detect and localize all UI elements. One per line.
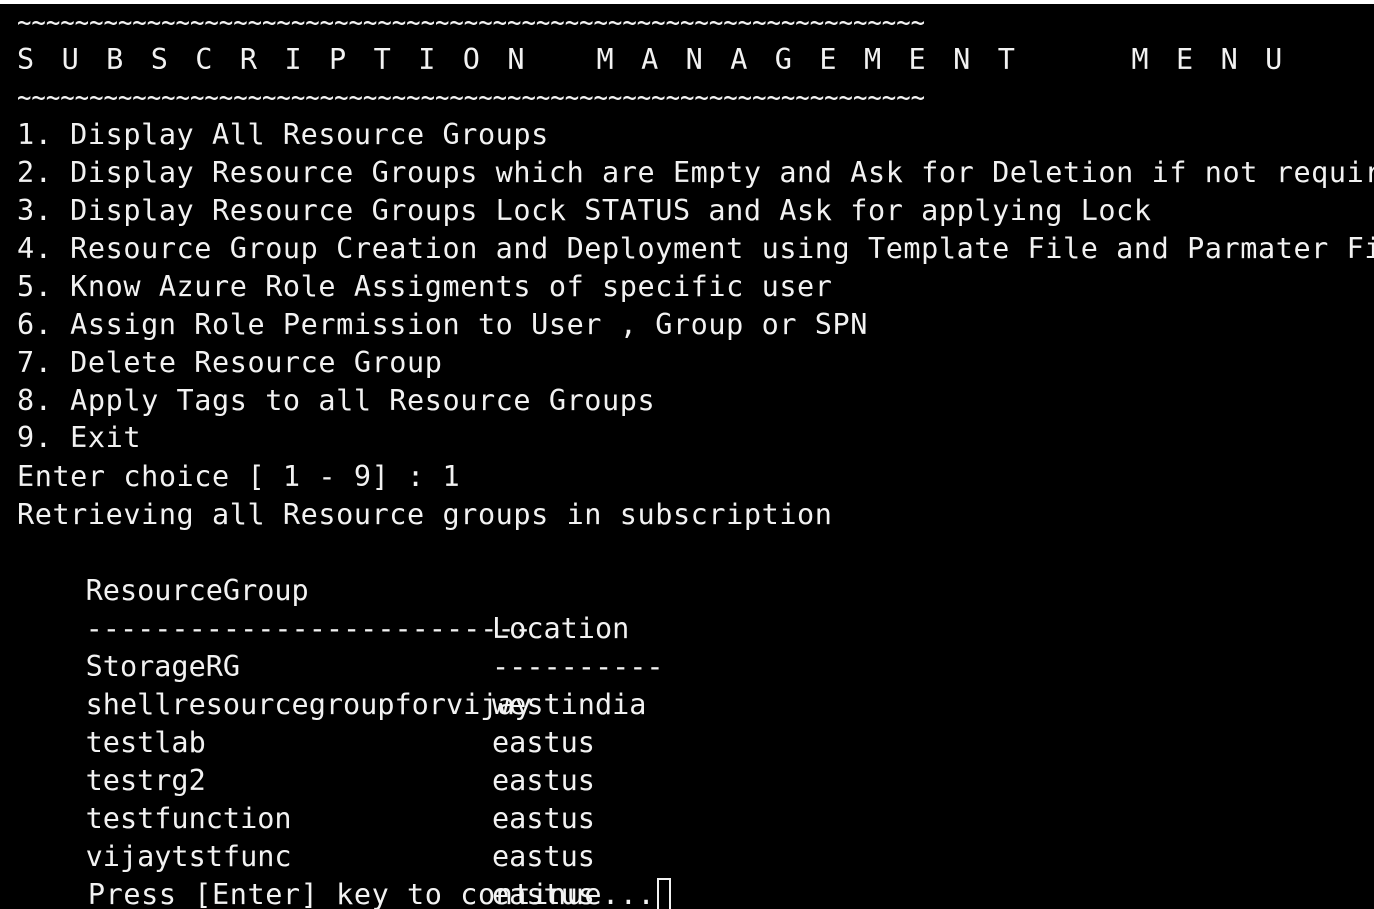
console-window[interactable]: ~~~~~~~~~~~~~~~~~~~~~~~~~~~~~~~~~~~~~~~~… bbox=[0, 4, 1374, 909]
menu-item-3: 3. Display Resource Groups Lock STATUS a… bbox=[17, 194, 1152, 227]
tilde-border-top: ~~~~~~~~~~~~~~~~~~~~~~~~~~~~~~~~~~~~~~~~… bbox=[17, 6, 926, 39]
retrieving-message: Retrieving all Resource groups in subscr… bbox=[17, 498, 833, 531]
table-header-row: ResourceGroup Location bbox=[17, 534, 1357, 645]
table-row: StorageRG westindia bbox=[17, 610, 1357, 721]
table-row: vijaytstfunc eastus bbox=[17, 800, 1357, 909]
menu-item-9: 9. Exit bbox=[17, 421, 142, 454]
table-row: testlab eastus bbox=[17, 686, 1357, 797]
choice-prompt: Enter choice [ 1 - 9] : 1 bbox=[17, 460, 461, 493]
table-row: testrg2 eastus bbox=[17, 724, 1357, 835]
tilde-border-bottom: ~~~~~~~~~~~~~~~~~~~~~~~~~~~~~~~~~~~~~~~~… bbox=[17, 81, 926, 114]
continue-prompt: Press [Enter] key to continue... bbox=[87, 878, 656, 909]
table-row: shellresourcegroupforvijay eastus bbox=[17, 648, 1357, 759]
menu-item-7: 7. Delete Resource Group bbox=[17, 346, 443, 379]
menu-item-4: 4. Resource Group Creation and Deploymen… bbox=[17, 232, 1374, 265]
menu-item-1: 1. Display All Resource Groups bbox=[17, 118, 549, 151]
text-cursor[interactable] bbox=[657, 877, 672, 909]
menu-title: S U B S C R I P T I O N M A N A G E M E … bbox=[17, 43, 1288, 76]
menu-item-5: 5. Know Azure Role Assigments of specifi… bbox=[17, 270, 833, 303]
table-row: testfunction eastus bbox=[17, 762, 1357, 873]
menu-item-6: 6. Assign Role Permission to User , Grou… bbox=[17, 308, 868, 341]
continue-prompt-line[interactable]: Press [Enter] key to continue... bbox=[17, 838, 672, 909]
menu-item-2: 2. Display Resource Groups which are Emp… bbox=[17, 156, 1374, 189]
menu-item-8: 8. Apply Tags to all Resource Groups bbox=[17, 384, 656, 417]
table-separator-row: -------------------------- ---------- bbox=[17, 572, 1357, 683]
